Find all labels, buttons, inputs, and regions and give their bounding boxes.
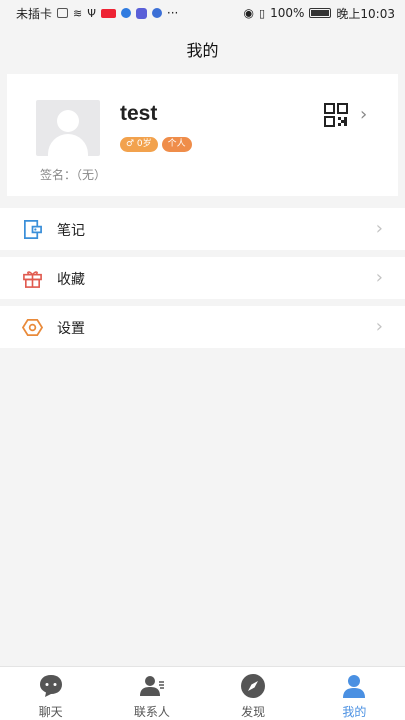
settings-icon	[22, 319, 43, 336]
chevron-right-icon: ›	[375, 316, 383, 337]
clock: 晚上10:03	[336, 6, 395, 21]
profile-chevron-right-icon[interactable]: ›	[360, 104, 367, 125]
tab-discover[interactable]: 发现	[203, 667, 304, 720]
avatar[interactable]	[36, 100, 100, 156]
signature: 签名：（无）	[40, 168, 107, 182]
tab-contacts[interactable]: 联系人	[101, 667, 202, 720]
page-title: 我的	[186, 41, 219, 60]
note-icon	[24, 220, 42, 239]
menu-label-settings: 设置	[57, 321, 85, 337]
battery-icon	[309, 8, 332, 18]
chat-icon	[39, 675, 62, 697]
bottom-tab-bar: 聊天 联系人 发现 我的	[0, 666, 405, 720]
wifi-icon: ≋	[73, 6, 83, 20]
app-notification-icon-2	[135, 7, 147, 19]
chevron-right-icon: ›	[375, 218, 383, 239]
vibrate-icon: ▯	[259, 6, 266, 20]
gift-icon	[23, 271, 42, 288]
tab-label-me: 我的	[342, 705, 367, 719]
compass-icon	[241, 674, 266, 698]
usb-icon: Ψ	[87, 6, 96, 20]
profile-badges: ♂ 0岁 个人	[120, 137, 192, 152]
contacts-icon	[139, 676, 164, 696]
menu-label-favorites: 收藏	[57, 272, 85, 288]
qr-code-icon[interactable]	[324, 103, 348, 127]
menu-item-settings[interactable]: 设置 ›	[0, 306, 405, 348]
tab-me[interactable]: 我的	[304, 667, 405, 720]
app-notification-icon	[120, 8, 131, 18]
profile-card[interactable]: test ♂ 0岁 个人 › 签名：（无）	[7, 74, 398, 196]
menu-item-favorites[interactable]: 收藏 ›	[0, 257, 405, 299]
username: test	[120, 102, 158, 125]
page-title-bar: 我的	[0, 26, 405, 72]
app-notification-icon-3	[151, 8, 162, 18]
news-app-icon	[100, 8, 116, 18]
tab-label-contacts: 联系人	[133, 705, 170, 719]
eye-icon: ◉	[243, 6, 255, 20]
menu-label-notes: 笔记	[57, 223, 85, 239]
menu-item-notes[interactable]: 笔记 ›	[0, 208, 405, 250]
carrier-text: 未插卡	[16, 6, 53, 21]
tab-label-chat: 聊天	[38, 705, 63, 719]
tab-label-discover: 发现	[241, 705, 266, 719]
sim-icon	[57, 8, 69, 18]
tab-chat[interactable]: 聊天	[0, 667, 101, 720]
more-notifications: ···	[166, 6, 179, 20]
status-bar: 未插卡 ≋ Ψ ··· ◉ ▯ 100% 晚上10:03	[0, 0, 405, 26]
battery-percent: 100%	[270, 6, 305, 20]
avatar-head	[57, 110, 79, 132]
age-badge: ♂ 0岁	[120, 137, 158, 152]
avatar-body	[48, 134, 88, 156]
chevron-right-icon: ›	[375, 267, 383, 288]
profile-icon	[343, 675, 366, 698]
account-type-badge: 个人	[161, 137, 192, 152]
